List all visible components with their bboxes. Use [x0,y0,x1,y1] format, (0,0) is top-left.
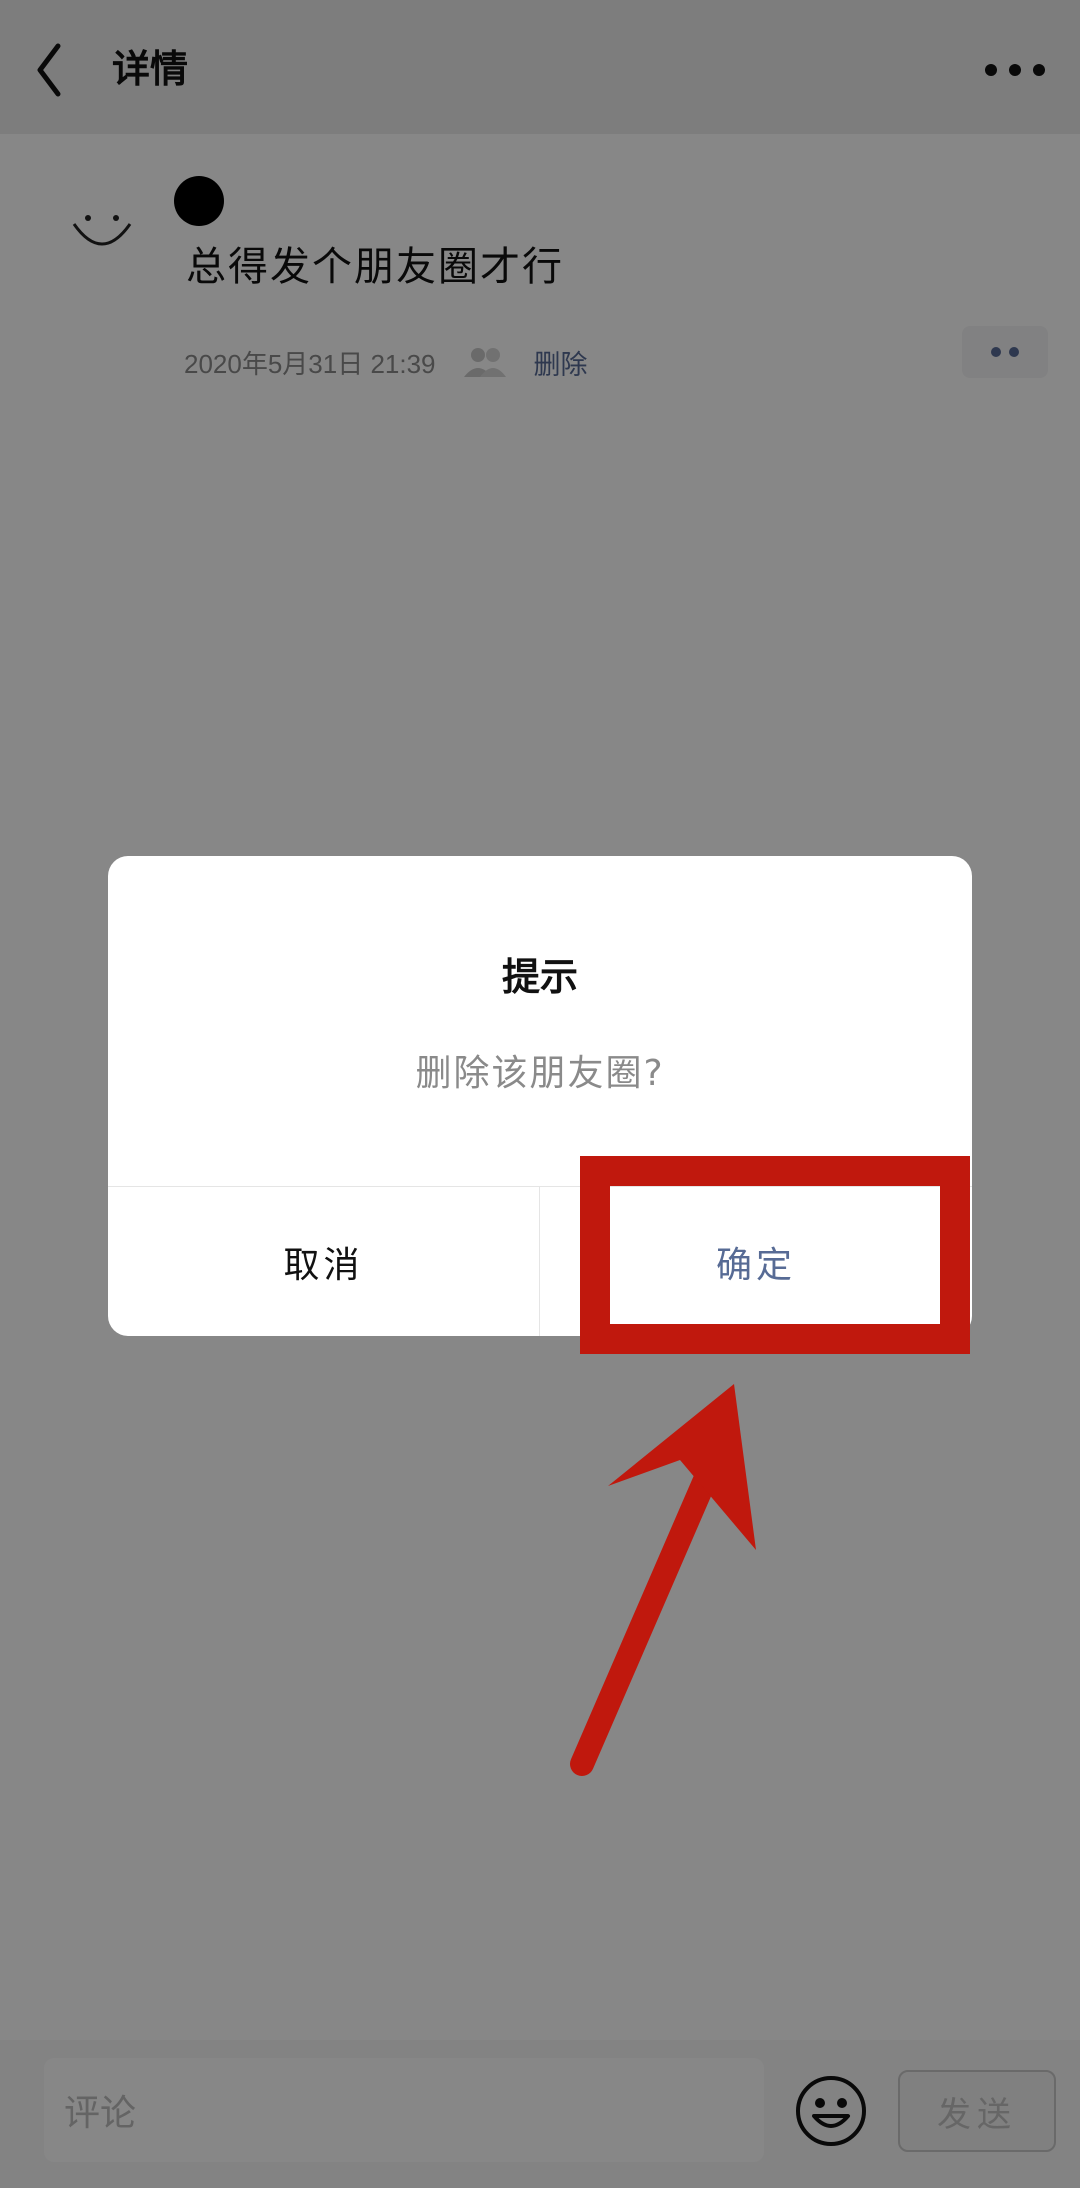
annotation-highlight-box [580,1156,970,1354]
dialog-title: 提示 [501,955,578,999]
annotation-arrow-icon [570,1384,756,1776]
cancel-button[interactable]: 取消 [108,1187,539,1336]
phone-screen: 详情 总得发个朋友圈才行 2020年5月31日 21:39 删除 评论 发送 提… [0,0,1080,2188]
dialog-message: 删除该朋友圈? [415,1053,665,1094]
